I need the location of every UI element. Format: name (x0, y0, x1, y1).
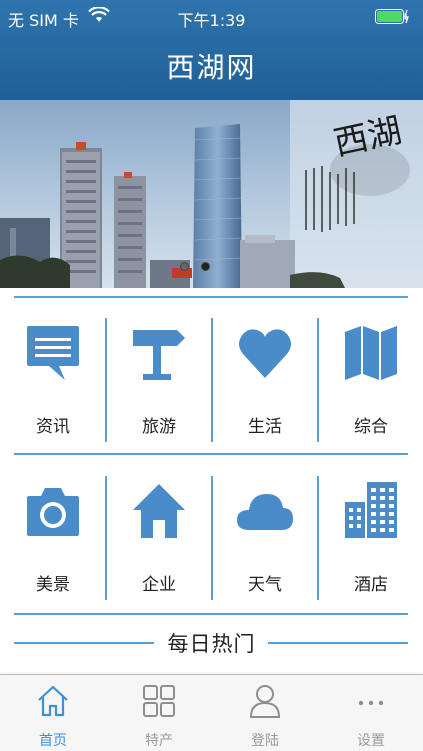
cloud-icon (237, 494, 293, 530)
page-title: 西湖网 (166, 51, 257, 84)
category-label: 美景 (36, 575, 70, 595)
category-row: 资讯 旅游 生活 综合 (0, 310, 423, 460)
user-icon (249, 685, 281, 718)
banner-carousel[interactable]: 西湖 (0, 100, 423, 288)
home-icon (133, 484, 185, 538)
battery-icon (375, 9, 409, 24)
heart-icon (239, 329, 291, 378)
category-life[interactable]: 生活 (212, 310, 318, 460)
category-weather[interactable]: 天气 (212, 468, 318, 618)
tab-label: 特产 (145, 733, 173, 749)
carousel-dot-active[interactable] (201, 262, 210, 271)
category-travel[interactable]: 旅游 (106, 310, 212, 460)
category-label: 资讯 (36, 417, 70, 437)
building-icon (345, 482, 397, 538)
tab-home[interactable]: 首页 (0, 675, 106, 751)
status-time: 下午1:39 (177, 11, 246, 30)
category-row: 美景 企业 天气 酒店 (0, 468, 423, 618)
category-label: 生活 (248, 417, 282, 437)
section-header: 每日热门 (0, 628, 423, 660)
divider (14, 296, 408, 298)
tab-specialty[interactable]: 特产 (106, 675, 212, 751)
banner-image: 西湖 (0, 100, 423, 288)
category-label: 企业 (142, 575, 176, 595)
category-label: 旅游 (142, 417, 176, 437)
home-outline-icon (38, 685, 68, 717)
category-hotel[interactable]: 酒店 (318, 468, 423, 618)
tab-bar: 首页 特产 登陆 设置 (0, 674, 423, 751)
tab-settings[interactable]: 设置 (318, 675, 423, 751)
category-label: 天气 (248, 575, 282, 595)
category-scenery[interactable]: 美景 (0, 468, 106, 618)
more-icon (358, 700, 384, 706)
category-news[interactable]: 资讯 (0, 310, 106, 460)
navigation-header: 无 SIM 卡 下午1:39 西湖网 (0, 0, 423, 100)
status-bar: 无 SIM 卡 下午1:39 (0, 0, 423, 32)
signpost-icon (133, 330, 185, 380)
camera-icon (27, 488, 79, 536)
chat-bubble-icon (27, 326, 79, 380)
tab-label: 登陆 (251, 733, 279, 749)
category-enterprise[interactable]: 企业 (106, 468, 212, 618)
category-label: 综合 (354, 417, 388, 437)
section-line-right (268, 642, 408, 644)
carousel-dot[interactable] (180, 262, 189, 271)
tab-label: 首页 (39, 733, 67, 749)
category-label: 酒店 (354, 575, 388, 595)
tab-login[interactable]: 登陆 (212, 675, 318, 751)
tab-label: 设置 (357, 733, 385, 749)
carousel-indicators (180, 262, 210, 271)
category-general[interactable]: 综合 (318, 310, 423, 460)
map-icon (345, 326, 397, 380)
grid-icon (143, 685, 175, 717)
